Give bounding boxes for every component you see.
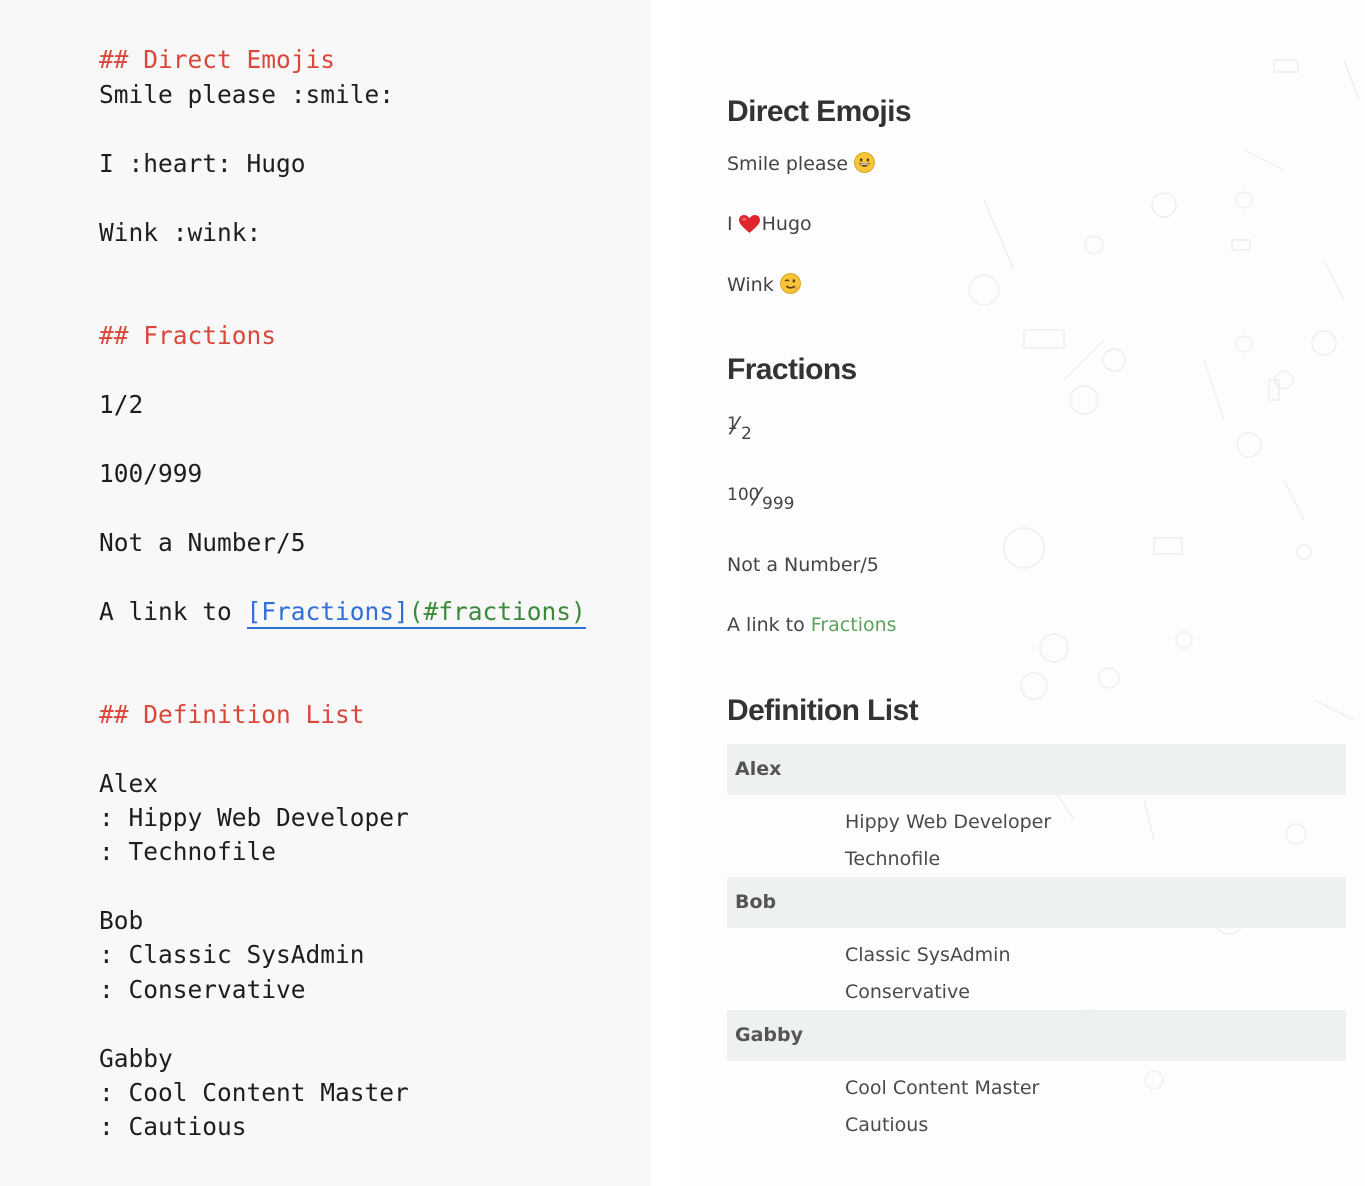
smile-emoji-icon: [854, 152, 876, 178]
source-heading-definition-list: ## Definition List: [99, 700, 365, 729]
fraction-half-denominator: 2: [741, 424, 752, 444]
definition-bob-1: Classic SysAdmin: [845, 944, 1011, 966]
preview-fractions-link[interactable]: Fractions: [811, 614, 897, 636]
wink-emoji-icon: [779, 273, 801, 299]
preview-smile-line: Smile please: [727, 152, 876, 178]
source-def-gabby-1: : Cool Content Master: [99, 1078, 409, 1107]
source-def-bob-1: : Classic SysAdmin: [99, 940, 365, 969]
preview-heading-fractions: Fractions: [727, 353, 857, 386]
source-link-text: [Fractions]: [246, 597, 409, 626]
source-heading-fractions: ## Fractions: [99, 321, 277, 350]
source-link-prefix: A link to: [99, 597, 247, 626]
preview-wink-line: Wink: [727, 273, 801, 299]
source-term-alex: Alex: [99, 769, 159, 798]
preview-not-a-number: Not a Number/5: [727, 554, 879, 576]
preview-fraction-big: 100 ⁄ 999: [727, 483, 807, 515]
preview-heart-before: I: [727, 213, 733, 235]
source-def-alex-2: : Technofile: [99, 837, 277, 866]
fraction-big-denominator: 999: [762, 494, 795, 514]
preview-fraction-half: 1 ⁄ 2: [727, 412, 757, 444]
preview-link-prefix: A link to: [727, 614, 811, 636]
fraction-half-slash: ⁄: [733, 412, 738, 440]
definition-term-alex: Alex: [727, 744, 1346, 795]
preview-heading-direct-emojis: Direct Emojis: [727, 95, 912, 128]
heart-emoji-icon: [738, 215, 760, 239]
preview-heading-definition-list: Definition List: [727, 694, 919, 727]
markdown-source-pane[interactable]: ## Direct Emojis Smile please :smile: I …: [0, 0, 651, 1186]
source-def-bob-2: : Conservative: [99, 975, 306, 1004]
source-fraction-half: 1/2: [99, 390, 144, 419]
definition-alex-2: Technofile: [845, 848, 941, 870]
source-heart-line: I :heart: Hugo: [99, 149, 306, 178]
fraction-big-slash: ⁄: [755, 483, 760, 511]
source-heading-direct-emojis: ## Direct Emojis: [99, 45, 336, 74]
preview-heart-after: Hugo: [761, 213, 812, 235]
preview-heart-line: I Hugo: [727, 213, 812, 239]
definition-alex-1: Hippy Web Developer: [845, 811, 1052, 833]
source-def-alex-1: : Hippy Web Developer: [99, 803, 409, 832]
source-link-line: A link to [Fractions](#fractions): [99, 595, 586, 629]
source-not-a-number: Not a Number/5: [99, 528, 306, 557]
rendered-preview-pane[interactable]: Direct Emojis Smile please I Hugo Wink Fr…: [684, 0, 1365, 1186]
source-wink-line: Wink :wink:: [99, 218, 262, 247]
definition-gabby-1: Cool Content Master: [845, 1077, 1040, 1099]
source-link-url: (#fractions): [408, 597, 586, 626]
source-term-gabby: Gabby: [99, 1044, 173, 1073]
source-link[interactable]: [Fractions](#fractions): [246, 597, 586, 629]
preview-smile-text: Smile please: [727, 153, 849, 175]
preview-link-line: A link to Fractions: [727, 614, 897, 636]
preview-wink-text: Wink: [727, 274, 774, 296]
definition-gabby-2: Cautious: [845, 1114, 929, 1136]
definition-term-gabby: Gabby: [727, 1010, 1346, 1061]
source-def-gabby-2: : Cautious: [99, 1112, 247, 1141]
definition-term-bob: Bob: [727, 877, 1346, 928]
source-smile-line: Smile please :smile:: [99, 80, 395, 109]
source-term-bob: Bob: [99, 906, 144, 935]
definition-bob-2: Conservative: [845, 981, 970, 1003]
source-fraction-big: 100/999: [99, 459, 203, 488]
